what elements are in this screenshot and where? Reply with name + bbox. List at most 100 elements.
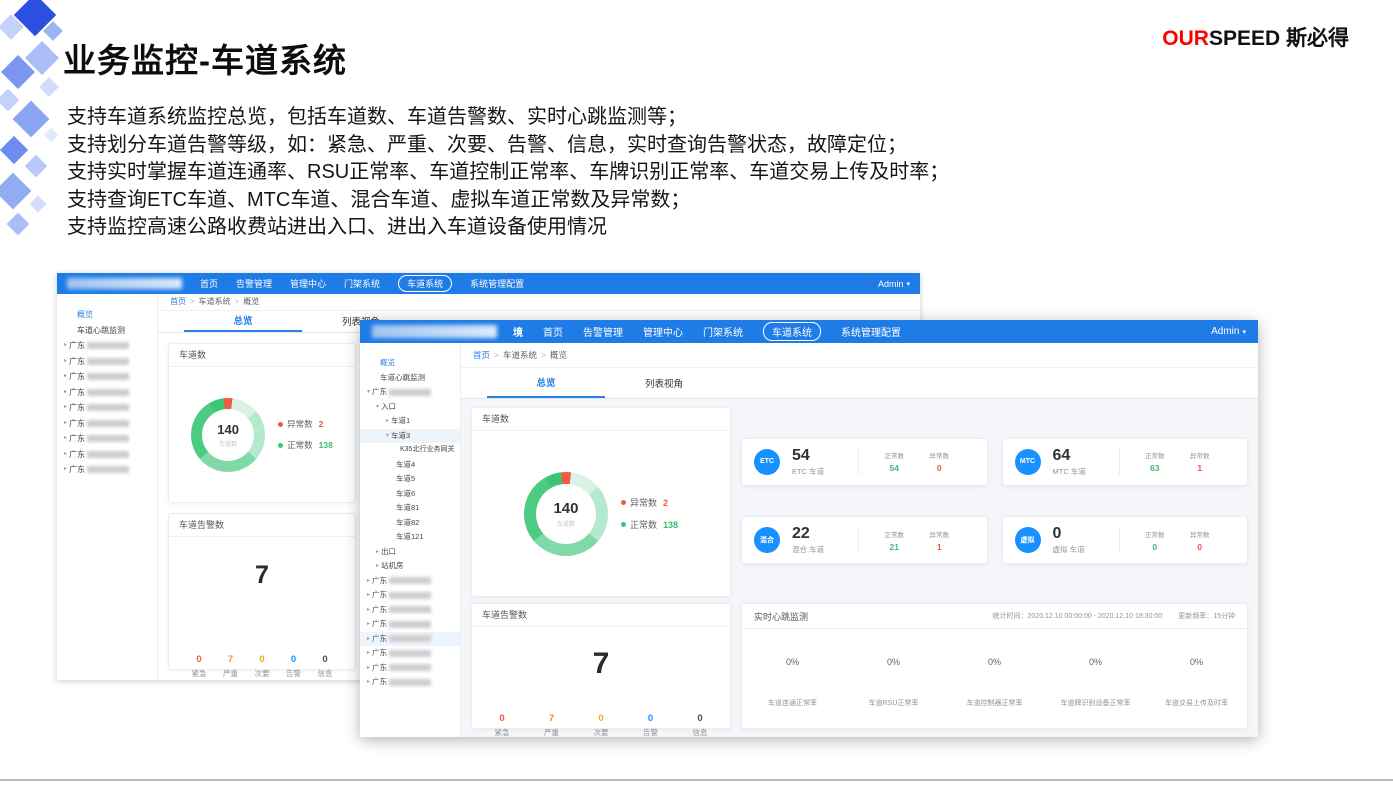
- chevron-right-icon: ▸: [367, 661, 370, 676]
- blurred-region-name: [389, 592, 431, 599]
- nav-item-gantry-system[interactable]: 门架系统: [703, 324, 743, 339]
- deco-diamond: [13, 101, 50, 138]
- sidebar-item-region[interactable]: ▸广东: [360, 661, 460, 676]
- nav-item-lane-system-active[interactable]: 车道系统: [763, 322, 821, 341]
- sidebar-item-region[interactable]: ▸广东: [360, 588, 460, 603]
- nav-item-alarm-mgmt[interactable]: 告警管理: [236, 277, 272, 290]
- sidebar-item-lane3[interactable]: ▾车道3: [360, 429, 460, 444]
- sidebar-item-station-room[interactable]: ▸站机房: [360, 559, 460, 574]
- sidebar-item-lane82[interactable]: 车道82: [360, 516, 460, 531]
- virtual-lane-card[interactable]: 虚拟 0虚拟 车道 正常数0 异常数0: [1002, 516, 1249, 564]
- sidebar-item-entrance[interactable]: ▾入口: [360, 400, 460, 415]
- feature-bullet-list: 支持车道系统监控总览，包括车道数、车道告警数、实时心跳监测等； 支持划分车道告警…: [67, 104, 949, 242]
- breadcrumb-home[interactable]: 首页: [170, 296, 186, 307]
- card-title: 车道告警数: [472, 604, 730, 627]
- breadcrumb-section[interactable]: 车道系统: [503, 349, 537, 361]
- sidebar-item-lane1[interactable]: ▸车道1: [360, 414, 460, 429]
- nav-item-system-config[interactable]: 系统管理配置: [470, 277, 524, 290]
- stat-time: 统计时间：2020.12.10 00:00:00 - 2020.12.10 18…: [993, 611, 1163, 621]
- chevron-right-icon: ▸: [64, 447, 67, 463]
- blurred-region-name: [389, 621, 431, 628]
- metric-plate-recognition: 0%车道牌识别设备正常率: [1045, 629, 1146, 728]
- sidebar-item-region[interactable]: ▸广东: [360, 646, 460, 661]
- sidebar-item-region[interactable]: ▸广东: [360, 617, 460, 632]
- sidebar-item-region[interactable]: ▸广东: [57, 431, 157, 447]
- sidebar-item-lane6[interactable]: 车道6: [360, 487, 460, 502]
- breadcrumb-section[interactable]: 车道系统: [199, 296, 231, 307]
- nav-item-home[interactable]: 首页: [543, 324, 563, 339]
- nav-item-home[interactable]: 首页: [200, 277, 218, 290]
- breadcrumb-home[interactable]: 首页: [473, 349, 490, 361]
- sidebar-item-region-expanded[interactable]: ▾广东: [360, 385, 460, 400]
- sidebar-item-region[interactable]: ▸广东: [57, 354, 157, 370]
- blurred-region-name: [87, 342, 129, 349]
- blurred-region-name: [87, 404, 129, 411]
- deco-diamond: [0, 89, 19, 112]
- etc-lane-name: ETC 车道: [792, 466, 858, 477]
- sidebar-item-heartbeat[interactable]: 车道心跳监测: [57, 323, 157, 339]
- tab-overview[interactable]: 总览: [487, 368, 605, 398]
- sidebar-item-region[interactable]: ▸广东: [360, 603, 460, 618]
- alarm-level-row: 0紧急 7严重 0次要 0告警 0信息: [480, 713, 722, 738]
- chevron-right-icon: ▸: [367, 632, 370, 647]
- sidebar-item-region[interactable]: ▸广东: [57, 385, 157, 401]
- sidebar-item-lane4[interactable]: 车道4: [360, 458, 460, 473]
- refresh-rate-value: 15分钟: [1213, 613, 1235, 620]
- sidebar-item-region[interactable]: ▸广东: [360, 574, 460, 589]
- normal-value: 54: [885, 463, 905, 473]
- metric-label: 车道连通正常率: [768, 698, 817, 708]
- etc-badge-icon: ETC: [754, 449, 780, 475]
- company-logo: OURSPEED 斯必得: [1162, 22, 1349, 52]
- metric-value: 0%: [887, 657, 900, 667]
- alarm-level-value: 7: [540, 713, 564, 724]
- blurred-region-name: [87, 451, 129, 458]
- metric-rsu: 0%车道RSU正常率: [843, 629, 944, 728]
- legend-label-normal: 正常数: [630, 518, 657, 531]
- sidebar-item-lane121[interactable]: 车道121: [360, 530, 460, 545]
- sidebar-item-overview[interactable]: 概览: [360, 356, 460, 371]
- nav-item-lane-system-active[interactable]: 车道系统: [398, 275, 452, 292]
- sidebar-item-gateway[interactable]: K35北行业务网关: [360, 443, 460, 458]
- mixed-lane-name: 混合 车道: [792, 544, 858, 555]
- sidebar-item-region[interactable]: ▸广东: [57, 369, 157, 385]
- mtc-lane-card[interactable]: MTC 64MTC 车道 正常数63 异常数1: [1002, 438, 1249, 486]
- alarm-level-urgent: 0紧急: [490, 713, 514, 738]
- sidebar-item-overview[interactable]: 概览: [57, 307, 157, 323]
- mixed-lane-card[interactable]: 混合 22混合 车道 正常数21 异常数1: [741, 516, 988, 564]
- nav-item-mgmt-center[interactable]: 管理中心: [643, 324, 683, 339]
- region-label: 广东: [69, 462, 85, 478]
- nav-item-gantry-system[interactable]: 门架系统: [344, 277, 380, 290]
- entrance-label: 入口: [381, 400, 396, 415]
- user-menu[interactable]: Admin▾: [878, 279, 910, 289]
- tab-overview[interactable]: 总览: [184, 311, 302, 332]
- sidebar-item-exit[interactable]: ▸出口: [360, 545, 460, 560]
- chevron-right-icon: ▸: [376, 559, 379, 574]
- sidebar-item-region[interactable]: ▸广东: [57, 416, 157, 432]
- sidebar-item-lane81[interactable]: 车道81: [360, 501, 460, 516]
- card-title: 车道数: [169, 344, 355, 367]
- tab-list-view[interactable]: 列表视角: [605, 368, 723, 398]
- sidebar-item-region[interactable]: ▸广东: [360, 632, 460, 647]
- deco-diamond: [7, 213, 30, 236]
- metric-label: 车道牌识别设备正常率: [1061, 698, 1131, 708]
- etc-lane-card[interactable]: ETC 54ETC 车道 正常数54 异常数0: [741, 438, 988, 486]
- app-logo-suffix: 境: [513, 324, 523, 339]
- sidebar-item-region[interactable]: ▸广东: [57, 462, 157, 478]
- nav-item-system-config[interactable]: 系统管理配置: [841, 324, 901, 339]
- sidebar-item-lane5[interactable]: 车道5: [360, 472, 460, 487]
- nav-item-alarm-mgmt[interactable]: 告警管理: [583, 324, 623, 339]
- sidebar-item-region[interactable]: ▸广东: [57, 447, 157, 463]
- lane-type-card-grid: ETC 54ETC 车道 正常数54 异常数0 MTC 64MTC 车: [741, 407, 1248, 595]
- deco-diamond: [0, 136, 28, 164]
- heartbeat-monitor-card: 实时心跳监测 统计时间：2020.12.10 00:00:00 - 2020.1…: [741, 603, 1248, 729]
- sidebar-item-region[interactable]: ▸广东: [360, 675, 460, 690]
- blurred-region-name: [389, 650, 431, 657]
- sidebar-item-heartbeat[interactable]: 车道心跳监测: [360, 371, 460, 386]
- sidebar-item-region[interactable]: ▸广东: [57, 338, 157, 354]
- legend-label-abnormal: 异常数: [630, 496, 657, 509]
- nav-item-mgmt-center[interactable]: 管理中心: [290, 277, 326, 290]
- user-menu[interactable]: Admin▾: [1211, 326, 1246, 337]
- alarm-level-value: 0: [490, 713, 514, 724]
- sidebar-item-region[interactable]: ▸广东: [57, 400, 157, 416]
- alarm-total-value: 7: [480, 647, 722, 681]
